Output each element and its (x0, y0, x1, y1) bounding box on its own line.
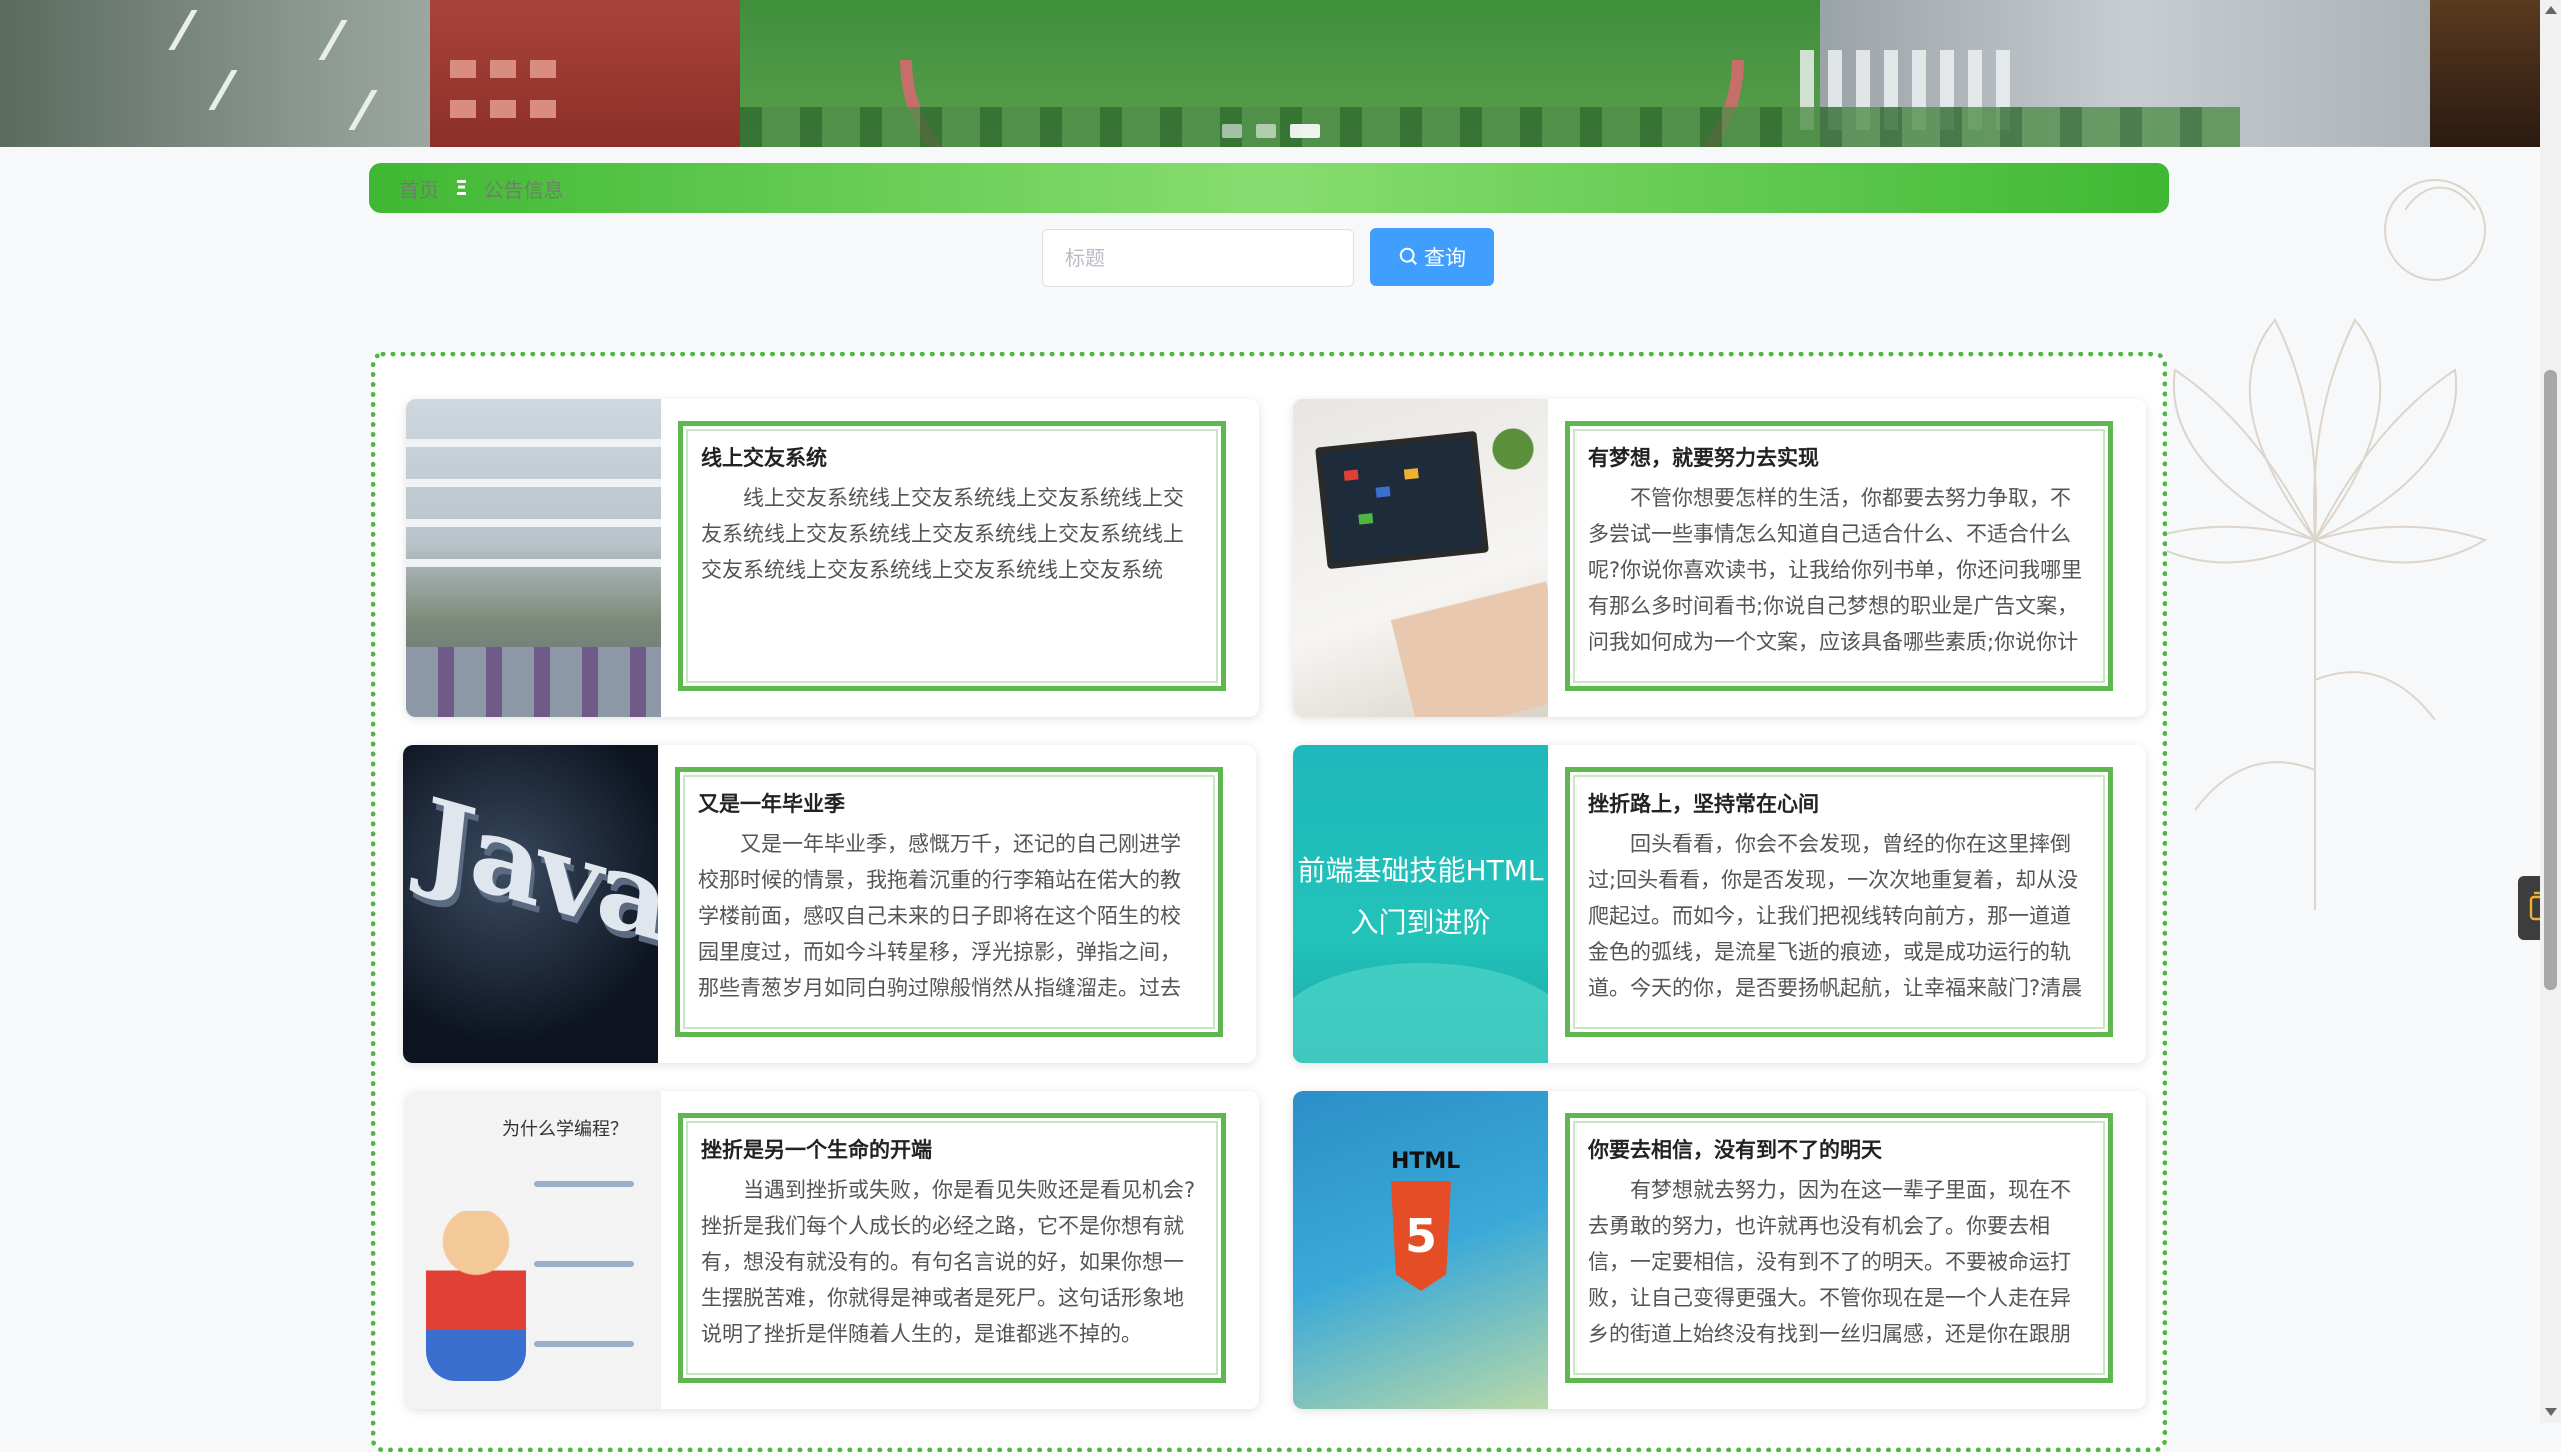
notice-card[interactable]: 线上交友系统 线上交友系统线上交友系统线上交友系统线上交友系统线上交友系统线上交… (406, 399, 1259, 717)
window (450, 100, 476, 118)
notice-summary: 有梦想就去努力，因为在这一辈子里面，现在不去勇敢的努力，也许就再也没有机会了。你… (1588, 1178, 2071, 1346)
scroll-down-arrow[interactable] (2545, 1408, 2557, 1416)
breadcrumb-current: 公告信息 (483, 177, 564, 202)
scroll-up-arrow[interactable] (2545, 6, 2557, 14)
title-search-input[interactable] (1042, 229, 1354, 287)
notice-summary: 当遇到挫折或失败，你是看见失败还是看见机会?挫折是我们每个人成长的必经之路，它不… (701, 1178, 1196, 1346)
notice-summary: 线上交友系统线上交友系统线上交友系统线上交友系统线上交友系统线上交友系统线上交友… (701, 486, 1184, 582)
notice-title[interactable]: 线上交友系统 (701, 442, 1203, 472)
notice-title[interactable]: 你要去相信，没有到不了的明天 (1588, 1134, 2090, 1164)
notice-card[interactable]: HTML 5 你要去相信，没有到不了的明天 有梦想就去努力，因为在这一辈子里面，… (1293, 1091, 2146, 1409)
bullet-line (534, 1341, 634, 1347)
breadcrumb-separator: Ξ (455, 176, 468, 200)
banner-edge (2430, 0, 2540, 147)
notice-textbox: 挫折是另一个生命的开端 当遇到挫折或失败，你是看见失败还是看见机会?挫折是我们每… (678, 1113, 1226, 1383)
hero-banner (0, 0, 2540, 147)
window (450, 60, 476, 78)
laptop-screen (1315, 430, 1489, 570)
notice-card[interactable]: 为什么学编程？ 挫折是另一个生命的开端 当遇到挫折或失败，你是看见失败还是看见机… (406, 1091, 1259, 1409)
notice-textbox: 你要去相信，没有到不了的明天 有梦想就去努力，因为在这一辈子里面，现在不去勇敢的… (1565, 1113, 2113, 1383)
search-button-label: 查询 (1424, 246, 1466, 270)
notice-card[interactable]: 有梦想，就要努力去实现 不管你想要怎样的生活，你都要去努力争取，不多尝试一些事情… (1293, 399, 2146, 717)
banner-road (0, 0, 500, 147)
floral-background-decoration (2142, 179, 2488, 910)
notice-image-html5[interactable]: HTML 5 (1293, 1091, 1548, 1409)
notice-textbox: 又是一年毕业季 又是一年毕业季，感慨万千，还记的自己刚进学校那时候的情景，我拖着… (675, 767, 1223, 1037)
lane-mark (168, 10, 198, 50)
lane-mark (318, 20, 348, 60)
banner-building (430, 0, 750, 147)
carousel-dot-1[interactable] (1222, 124, 1242, 138)
building-floor (406, 439, 661, 447)
notice-title[interactable]: 有梦想，就要努力去实现 (1588, 442, 2090, 472)
wave-shape (1293, 963, 1548, 1063)
search-button[interactable]: 查询 (1370, 228, 1494, 286)
building-floor (406, 559, 661, 567)
html5-shield: 5 (1391, 1181, 1451, 1291)
course-title-line-2: 入门到进阶 (1350, 906, 1491, 939)
building-plaza (406, 647, 661, 717)
bullet-line (534, 1261, 634, 1267)
screen-block (1375, 486, 1391, 498)
notice-title[interactable]: 又是一年毕业季 (698, 788, 1200, 818)
notice-summary: 又是一年毕业季，感慨万千，还记的自己刚进学校那时候的情景，我拖着沉重的行李箱站在… (698, 832, 1181, 1000)
notice-textbox: 有梦想，就要努力去实现 不管你想要怎样的生活，你都要去努力争取，不多尝试一些事情… (1565, 421, 2113, 691)
notice-textbox: 线上交友系统 线上交友系统线上交友系统线上交友系统线上交友系统线上交友系统线上交… (678, 421, 1226, 691)
search-icon (1399, 247, 1418, 266)
breadcrumb: 首页 Ξ 公告信息 (369, 163, 2169, 213)
carousel-dot-3[interactable] (1290, 124, 1320, 138)
window (530, 100, 556, 118)
notice-image-cartoon-programming[interactable]: 为什么学编程？ (406, 1091, 661, 1409)
notice-textbox: 挫折路上，坚持常在心间 回头看看，你会不会发现，曾经的你在这里摔倒过;回头看看，… (1565, 767, 2113, 1037)
breadcrumb-home-link[interactable]: 首页 (399, 174, 439, 203)
lane-mark (348, 90, 378, 130)
html5-label: HTML (1391, 1149, 1461, 1174)
notice-summary: 不管你想要怎样的生活，你都要去努力争取，不多尝试一些事情怎么知道自己适合什么、不… (1588, 486, 2083, 654)
notice-image-laptop-desk[interactable] (1293, 399, 1548, 717)
notice-title[interactable]: 挫折是另一个生命的开端 (701, 1134, 1203, 1164)
notice-card[interactable]: 前端基础技能HTML 入门到进阶 挫折路上，坚持常在心间 回头看看，你会不会发现… (1293, 745, 2146, 1063)
notice-card[interactable]: Java 又是一年毕业季 又是一年毕业季，感慨万千，还记的自己刚进学校那时候的情… (403, 745, 1256, 1063)
scrollbar-thumb[interactable] (2544, 370, 2557, 990)
plant-shape (1483, 409, 1543, 489)
bullet-line (534, 1181, 634, 1187)
notice-summary: 回头看看，你会不会发现，曾经的你在这里摔倒过;回头看看，你是否发现，一次次地重复… (1588, 832, 2083, 1000)
cartoon-heading: 为什么学编程？ (502, 1119, 628, 1140)
screen-block (1403, 468, 1419, 480)
banner-trees (740, 107, 2240, 147)
carousel-indicators (1222, 124, 1320, 138)
window (490, 100, 516, 118)
notice-list-panel: 线上交友系统 线上交友系统线上交友系统线上交友系统线上交友系统线上交友系统线上交… (371, 352, 2167, 1452)
window (530, 60, 556, 78)
notebook-shape (1390, 581, 1548, 717)
building-floor (406, 519, 661, 527)
cartoon-boy (426, 1211, 526, 1381)
screen-block (1343, 469, 1359, 481)
notice-image-campus-building[interactable] (406, 399, 661, 717)
course-title-line-1: 前端基础技能HTML (1297, 854, 1544, 887)
screen-block (1358, 513, 1374, 525)
notice-image-html-course[interactable]: 前端基础技能HTML 入门到进阶 (1293, 745, 1548, 1063)
notice-image-java[interactable]: Java (403, 745, 658, 1063)
window (490, 60, 516, 78)
carousel-dot-2[interactable] (1256, 124, 1276, 138)
lane-mark (208, 70, 238, 110)
building-floor (406, 479, 661, 487)
java-wordmark: Java (416, 772, 658, 967)
notice-title[interactable]: 挫折路上，坚持常在心间 (1588, 788, 2090, 818)
